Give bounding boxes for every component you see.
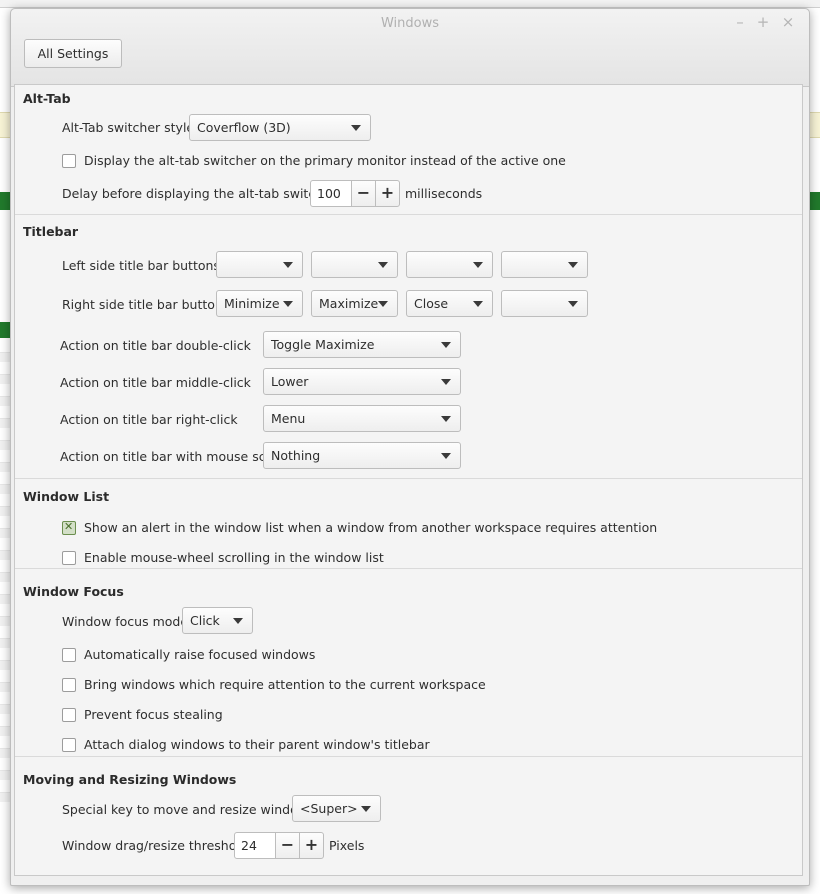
right-button-value-1: Minimize (224, 296, 280, 311)
mouse-wheel-label: Enable mouse-wheel scrolling in the wind… (84, 550, 384, 565)
middle-click-value: Lower (271, 374, 309, 389)
chevron-down-icon (283, 301, 293, 307)
special-key-combo[interactable]: <Super> (292, 795, 381, 822)
section-title-window-focus: Window Focus (23, 584, 124, 599)
workspace-alert-label: Show an alert in the window list when a … (84, 520, 658, 535)
delay-input[interactable]: 100 (310, 180, 352, 207)
right-button-combo-4[interactable] (501, 290, 588, 317)
windows-settings-window: Windows – + × All Settings Alt-Tab Alt-T… (10, 8, 810, 886)
chevron-down-icon (441, 342, 451, 348)
background-page-toolbar (0, 0, 820, 8)
primary-monitor-label: Display the alt-tab switcher on the prim… (84, 153, 566, 168)
threshold-unit: Pixels (329, 838, 365, 853)
chevron-down-icon (441, 416, 451, 422)
window-title: Windows (380, 16, 440, 31)
delay-increment-button[interactable]: + (375, 180, 400, 207)
left-buttons-label: Left side title bar buttons (62, 258, 220, 273)
right-button-combo-1[interactable]: Minimize (216, 290, 303, 317)
switcher-style-value: Coverflow (3D) (197, 120, 291, 135)
middle-click-label: Action on title bar middle-click (60, 375, 251, 390)
delay-label: Delay before displaying the alt-tab swit… (62, 186, 336, 201)
chevron-down-icon (233, 618, 243, 624)
chevron-down-icon (351, 125, 361, 131)
section-alt-tab: Alt-Tab Alt-Tab switcher style Coverflow… (15, 85, 802, 215)
section-moving-resizing: Moving and Resizing Windows Special key … (15, 757, 802, 875)
middle-click-combo[interactable]: Lower (263, 368, 461, 395)
chevron-down-icon (378, 262, 388, 268)
prevent-stealing-checkbox[interactable] (62, 708, 76, 722)
delay-unit: milliseconds (405, 186, 483, 201)
settings-content: Alt-Tab Alt-Tab switcher style Coverflow… (14, 84, 803, 876)
left-button-combo-4[interactable] (501, 251, 588, 278)
right-click-label: Action on title bar right-click (60, 412, 238, 427)
chevron-down-icon (283, 262, 293, 268)
threshold-decrement-button[interactable]: − (275, 832, 300, 859)
attach-dialogs-label: Attach dialog windows to their parent wi… (84, 737, 430, 752)
right-click-combo[interactable]: Menu (263, 405, 461, 432)
section-window-focus: Window Focus Window focus mode Click Aut… (15, 569, 802, 757)
chevron-down-icon (378, 301, 388, 307)
special-key-label: Special key to move and resize windows (62, 802, 315, 817)
auto-raise-checkbox[interactable] (62, 648, 76, 662)
threshold-input[interactable]: 24 (234, 832, 276, 859)
auto-raise-label: Automatically raise focused windows (84, 647, 316, 662)
focus-mode-value: Click (190, 613, 220, 628)
close-icon[interactable]: × (780, 13, 796, 31)
right-button-combo-3[interactable]: Close (406, 290, 493, 317)
bring-attention-checkbox[interactable] (62, 678, 76, 692)
minimize-icon[interactable]: – (732, 13, 748, 31)
maximize-icon[interactable]: + (755, 13, 771, 31)
mouse-wheel-checkbox[interactable] (62, 551, 76, 565)
section-title-alt-tab: Alt-Tab (23, 91, 71, 106)
threshold-label: Window drag/resize threshold (62, 838, 248, 853)
focus-mode-label: Window focus mode (62, 614, 189, 629)
chevron-down-icon (473, 301, 483, 307)
chevron-down-icon (361, 806, 371, 812)
switcher-style-label: Alt-Tab switcher style (62, 120, 195, 135)
focus-mode-combo[interactable]: Click (182, 607, 253, 634)
section-window-list: Window List Show an alert in the window … (15, 479, 802, 569)
chevron-down-icon (568, 301, 578, 307)
left-button-combo-1[interactable] (216, 251, 303, 278)
right-buttons-label: Right side title bar buttons (62, 297, 230, 312)
special-key-value: <Super> (300, 801, 358, 816)
workspace-alert-checkbox[interactable] (62, 520, 76, 535)
double-click-value: Toggle Maximize (271, 337, 375, 352)
right-button-value-3: Close (414, 296, 449, 311)
threshold-increment-button[interactable]: + (299, 832, 324, 859)
all-settings-button[interactable]: All Settings (24, 39, 122, 68)
switcher-style-combo[interactable]: Coverflow (3D) (189, 114, 371, 141)
window-titlebar[interactable]: Windows – + × All Settings (11, 9, 809, 87)
prevent-stealing-label: Prevent focus stealing (84, 707, 223, 722)
mouse-scroll-value: Nothing (271, 448, 321, 463)
chevron-down-icon (441, 379, 451, 385)
right-click-value: Menu (271, 411, 306, 426)
chevron-down-icon (568, 262, 578, 268)
double-click-combo[interactable]: Toggle Maximize (263, 331, 461, 358)
attach-dialogs-checkbox[interactable] (62, 738, 76, 752)
section-titlebar: Titlebar Left side title bar buttons Rig… (15, 215, 802, 479)
delay-decrement-button[interactable]: − (351, 180, 376, 207)
section-title-moving-resizing: Moving and Resizing Windows (23, 772, 237, 787)
left-button-combo-3[interactable] (406, 251, 493, 278)
bring-attention-label: Bring windows which require attention to… (84, 677, 486, 692)
left-button-combo-2[interactable] (311, 251, 398, 278)
right-button-value-2: Maximize (319, 296, 379, 311)
chevron-down-icon (441, 453, 451, 459)
double-click-label: Action on title bar double-click (60, 338, 251, 353)
section-title-titlebar: Titlebar (23, 224, 79, 239)
right-button-combo-2[interactable]: Maximize (311, 290, 398, 317)
section-title-window-list: Window List (23, 489, 110, 504)
mouse-scroll-combo[interactable]: Nothing (263, 442, 461, 469)
chevron-down-icon (473, 262, 483, 268)
mouse-scroll-label: Action on title bar with mouse scroll (60, 449, 286, 464)
primary-monitor-checkbox[interactable] (62, 154, 76, 168)
